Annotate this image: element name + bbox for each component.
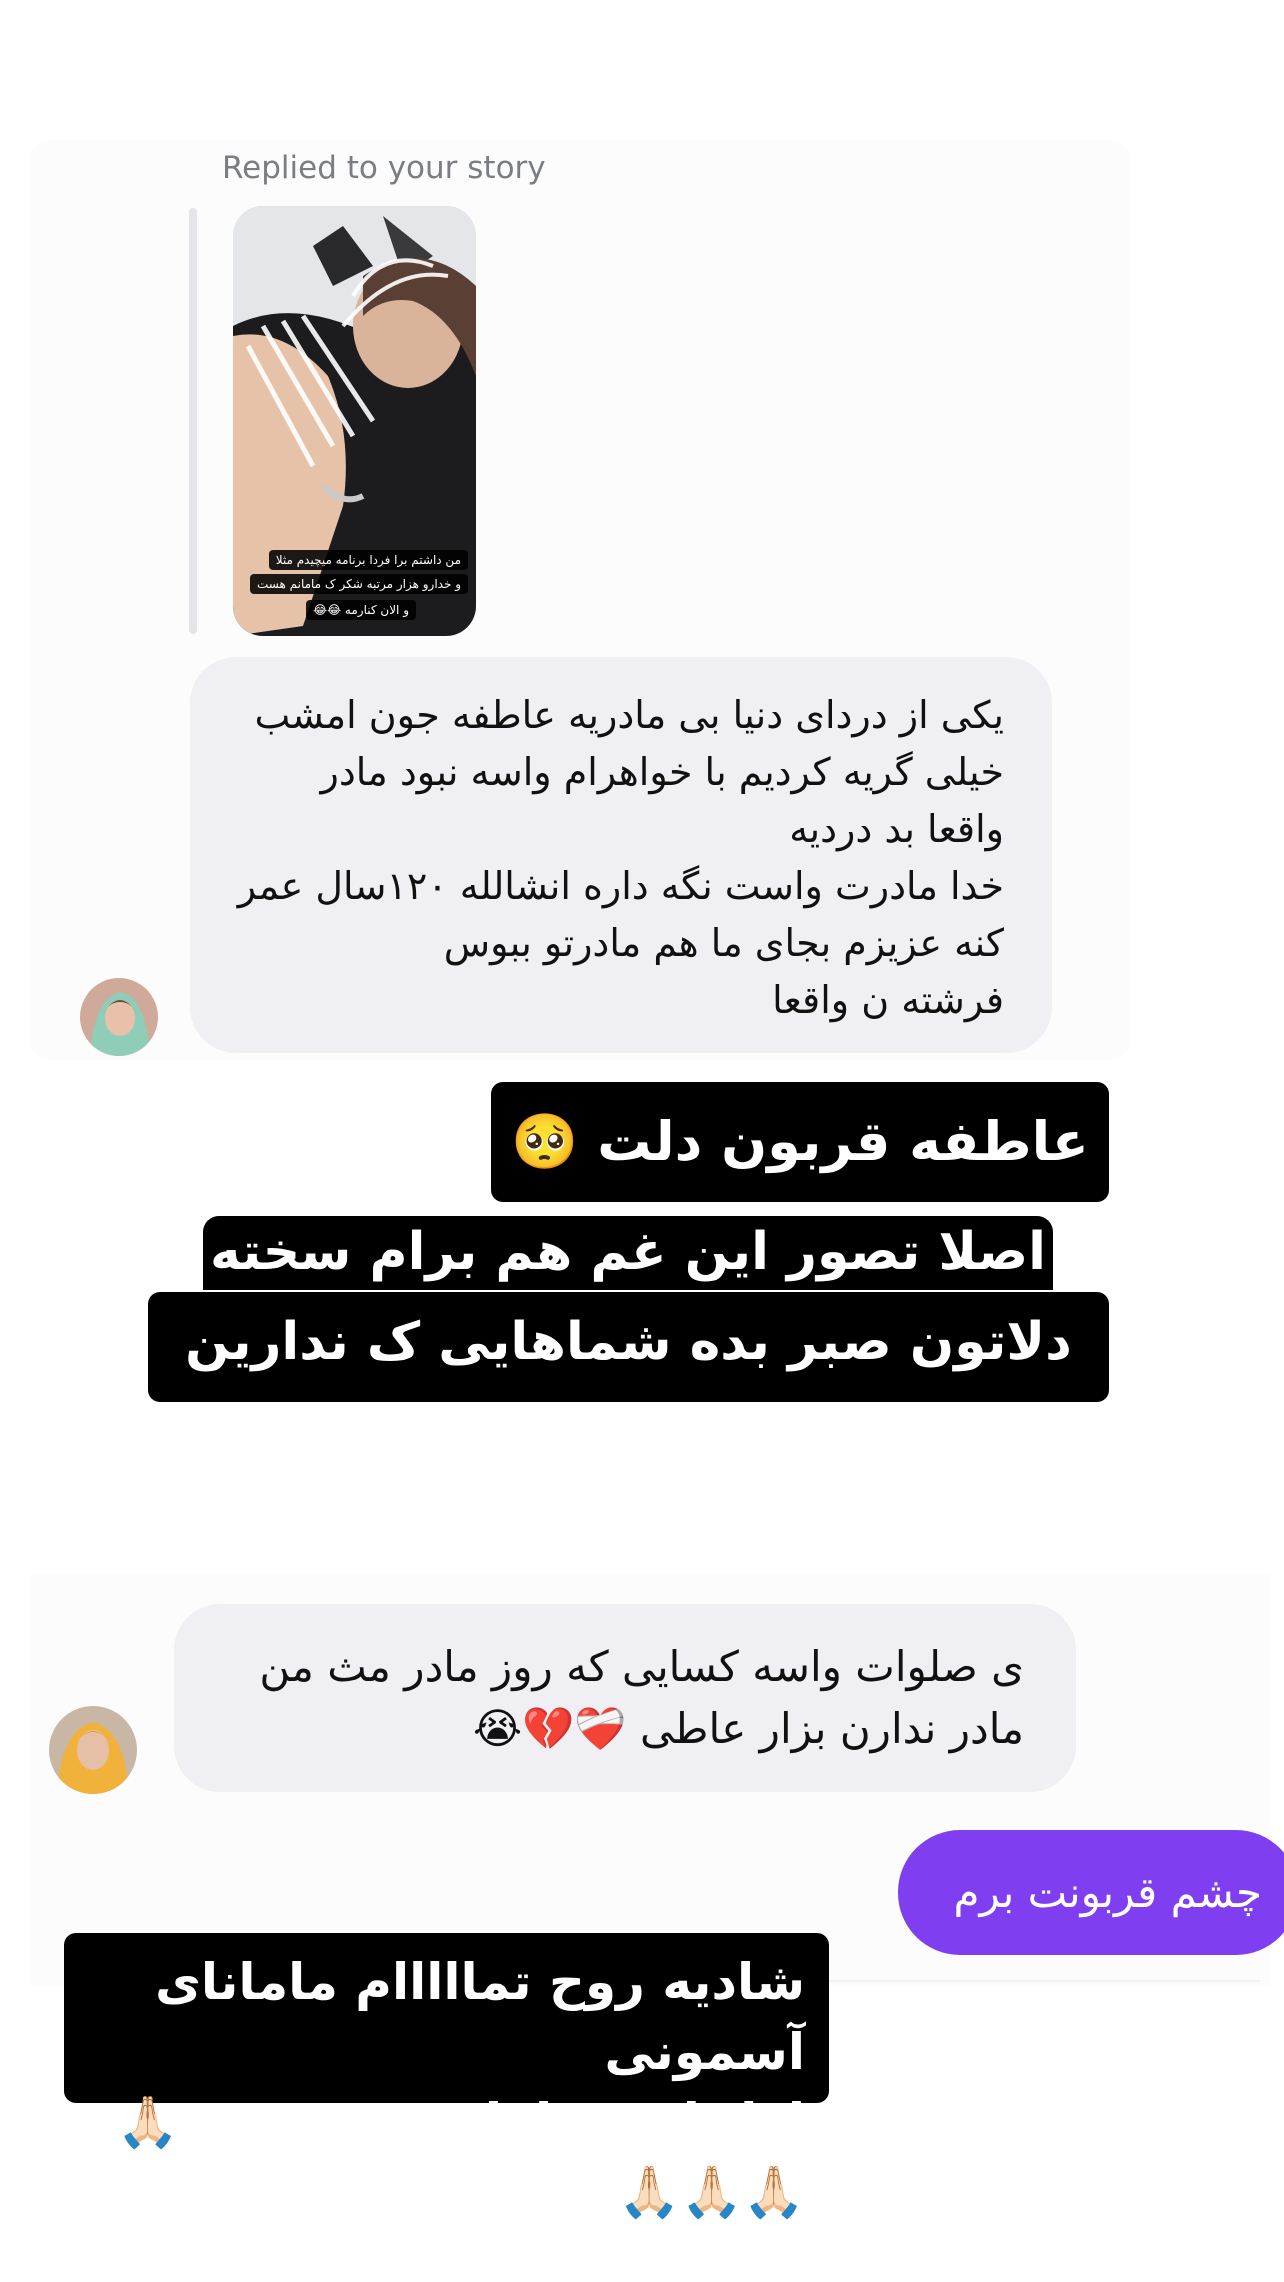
message-line: کنه عزیزم بجای ما هم مادرتو ببوس bbox=[443, 921, 1004, 965]
story-thumbnail[interactable]: من داشتم برا فردا برنامه میچیدم مثلا و خ… bbox=[233, 206, 476, 636]
avatar-icon bbox=[49, 1706, 137, 1794]
reply-quote-bar bbox=[189, 208, 197, 634]
text-sticker[interactable]: عاطفه قربون دلت 🥺🥺 bbox=[491, 1082, 1109, 1293]
text-sticker[interactable]: شادیه روح تمااااام ماماناى آسمونى لطفا ی… bbox=[64, 1933, 829, 2221]
text-sticker-line[interactable]: اصلا تصور این غم هم برام سخته خدا ب bbox=[203, 1216, 1053, 1354]
text-sticker-line[interactable]: دلاتون صبر بده شماهایی ک ندارین مادراتون… bbox=[148, 1292, 1109, 1472]
incoming-message[interactable]: ی صلوات واسه کسایی که روز مادر مث من ماد… bbox=[174, 1604, 1076, 1792]
message-line: ی صلوات واسه کسایی که روز مادر مث من bbox=[259, 1642, 1024, 1691]
sticker-line: لطفا ی صلوات بفرستین 🙏🏻🙏🏻🙏🏻🙏🏻 bbox=[116, 2093, 805, 2221]
replied-to-story-label: Replied to your story bbox=[222, 150, 546, 186]
user-avatar[interactable] bbox=[49, 1706, 137, 1794]
sticker-line: شادیه روح تمااااام ماماناى آسمونى bbox=[155, 1953, 805, 2081]
story-caption-line: من داشتم برا فردا برنامه میچیدم مثلا bbox=[268, 550, 468, 570]
message-line: مادر ندارن بزار عاطی ❤️‍🩹💔😭 bbox=[473, 1704, 1024, 1753]
outgoing-message[interactable]: چشم قربونت برم bbox=[898, 1830, 1284, 1955]
incoming-message[interactable]: یکی از دردای دنیا بی مادریه عاطفه جون ام… bbox=[190, 657, 1052, 1053]
message-line: خیلی گریه کردیم با خواهرام واسه نبود ماد… bbox=[320, 750, 1004, 794]
message-line: خدا مادرت واست نگه داره انشالله ۱۲۰سال ع… bbox=[237, 864, 1004, 908]
message-line: واقعا بد دردیه bbox=[789, 807, 1004, 851]
story-caption-line: و الان کنارمه 😂😂 bbox=[306, 600, 416, 620]
message-line: یکی از دردای دنیا بی مادریه عاطفه جون ام… bbox=[254, 693, 1004, 737]
story-image bbox=[233, 206, 476, 636]
message-line: فرشته ن واقعا bbox=[772, 978, 1004, 1022]
avatar-icon bbox=[80, 978, 158, 1056]
story-caption-line: و خدارو هزار مرتبه شکر ک مامانم هست bbox=[249, 574, 468, 594]
user-avatar[interactable] bbox=[80, 978, 158, 1056]
